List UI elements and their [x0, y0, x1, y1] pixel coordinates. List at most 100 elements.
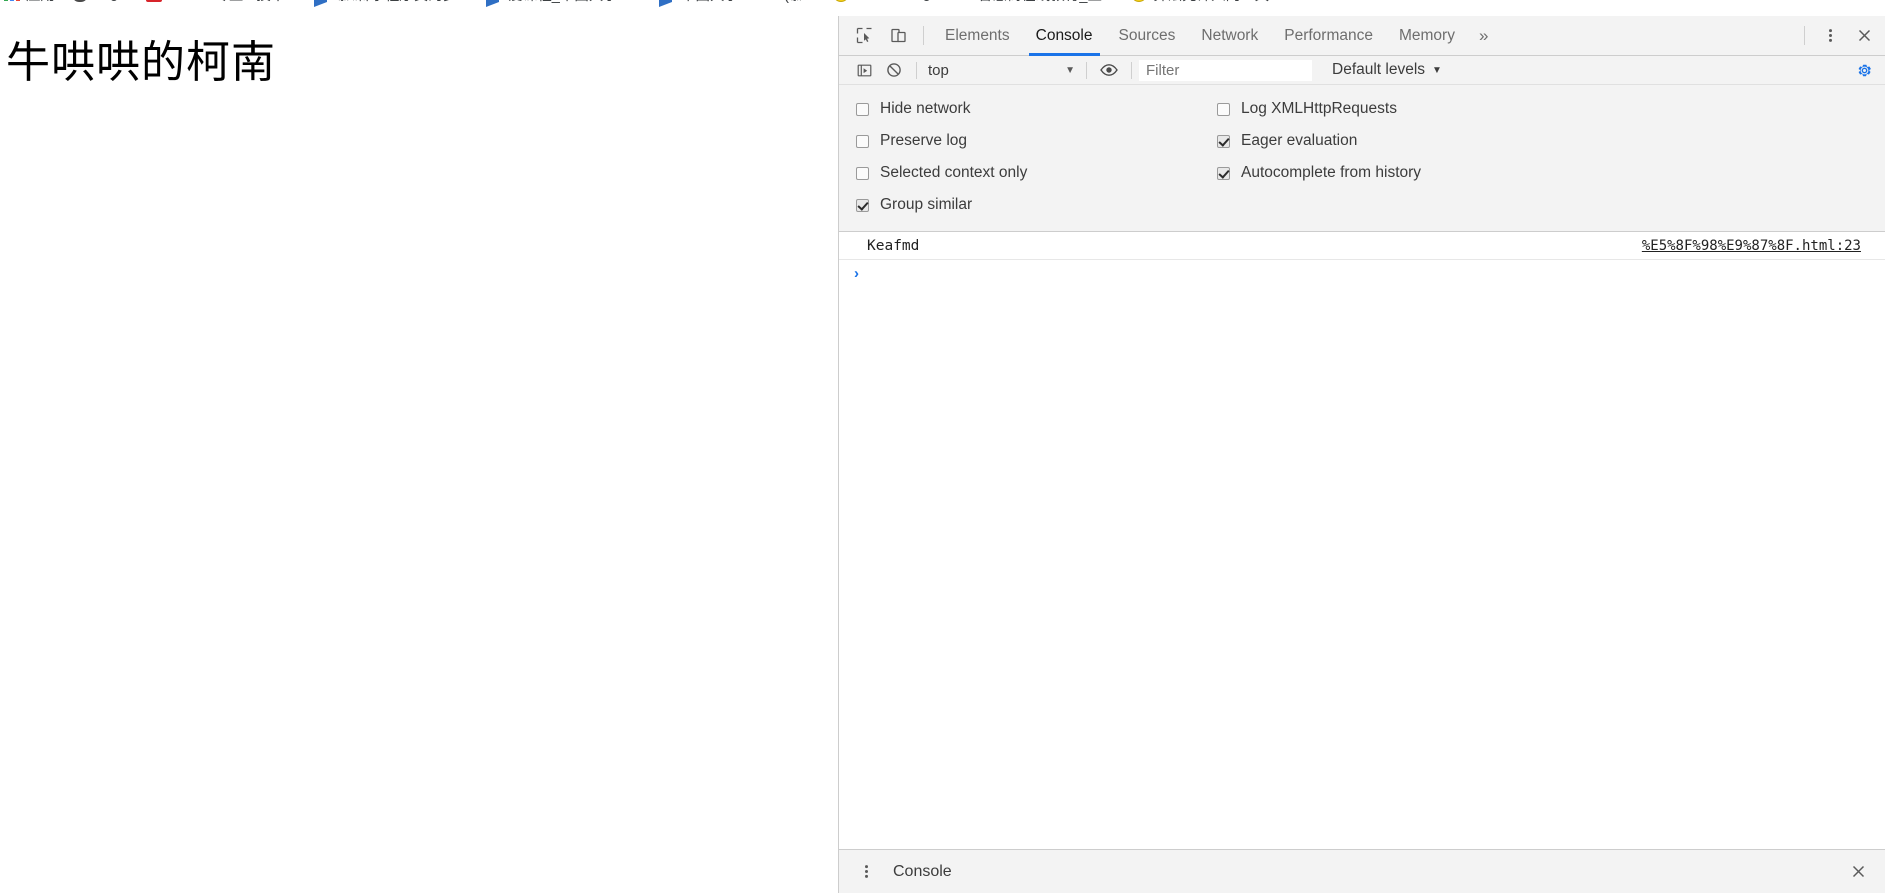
preserve-log-checkbox[interactable] — [856, 134, 869, 148]
close-icon[interactable] — [1841, 858, 1875, 886]
devtools-tabbar-actions — [1796, 22, 1885, 50]
bookmark-item[interactable]: 应用 — [0, 0, 68, 7]
smiley-icon — [832, 0, 849, 2]
console-message-source-link[interactable]: %E5%8F%98%E9%87%8F.html:23 — [1642, 238, 1885, 254]
tab-console[interactable]: Console — [1023, 16, 1106, 56]
autocomplete-from-history-checkbox[interactable] — [1217, 166, 1230, 180]
bookmark-label: Virtual Judge — [855, 0, 939, 2]
bookmark-label: 应用 — [26, 0, 55, 5]
filter-input[interactable] — [1139, 59, 1312, 81]
chevron-down-icon: ▼ — [1432, 64, 1442, 76]
setting-eager-evaluation[interactable]: Eager evaluation — [1211, 132, 1357, 150]
selected-context-only-checkbox[interactable] — [856, 166, 869, 180]
bookmark-item[interactable]: 智慧树在线教育_至... — [952, 0, 1127, 7]
dot-icon — [956, 0, 972, 2]
device-toolbar-icon[interactable] — [881, 22, 915, 50]
tab-network[interactable]: Network — [1188, 16, 1271, 56]
kebab-menu-icon[interactable] — [1813, 22, 1847, 50]
bookmark-label: 中国大学MOOC(慕... — [681, 0, 816, 5]
eager-evaluation-checkbox[interactable] — [1217, 134, 1230, 148]
bookmark-item[interactable]: C CSDN-专业IT技术... — [142, 0, 310, 7]
setting-hide-network[interactable]: Hide network — [839, 100, 1211, 118]
console-message-row[interactable]: Keafmd %E5%8F%98%E9%87%8F.html:23 — [839, 232, 1885, 260]
drawer-tab-console[interactable]: Console — [883, 863, 962, 881]
log-xmlhttprequests-checkbox[interactable] — [1217, 102, 1230, 116]
page-title: 牛哄哄的柯南 — [6, 37, 276, 88]
live-expression-eye-icon[interactable] — [1094, 58, 1124, 83]
gear-icon[interactable] — [1849, 58, 1879, 83]
devtools-panel: Elements Console Sources Network Perform… — [838, 16, 1885, 893]
console-settings-area — [1849, 58, 1885, 83]
bookmark-item[interactable]: Login — [68, 0, 142, 7]
web-page-viewport: 牛哄哄的柯南 — [0, 16, 838, 893]
setting-label: Hide network — [880, 100, 971, 117]
shield-icon — [72, 0, 88, 2]
csdn-icon: C — [146, 0, 163, 2]
tab-sources[interactable]: Sources — [1106, 16, 1189, 56]
console-output[interactable]: Keafmd %E5%8F%98%E9%87%8F.html:23 › — [839, 232, 1885, 849]
folder-flag-icon — [314, 0, 330, 7]
screen: 应用 Login C CSDN-专业IT技术... 慕课网-程序员的梦... 爱… — [0, 0, 1885, 893]
toolbar-divider — [1804, 26, 1805, 45]
bookmark-item[interactable]: 爱课程_中国大学M... — [482, 0, 655, 7]
settings-row: Group similar — [839, 189, 1885, 221]
group-similar-checkbox[interactable] — [856, 198, 869, 212]
apps-grid-icon — [4, 0, 20, 2]
bookmark-item[interactable]: 算法先锋入门工具... — [1127, 0, 1294, 7]
smiley-icon — [1131, 0, 1148, 2]
setting-preserve-log[interactable]: Preserve log — [839, 132, 1211, 150]
toolbar-divider — [1086, 61, 1087, 79]
toolbar-divider — [916, 61, 917, 79]
prompt-caret-icon: › — [854, 264, 859, 282]
setting-log-xmlhttprequests[interactable]: Log XMLHttpRequests — [1211, 100, 1397, 118]
devtools-drawer: Console — [839, 849, 1885, 893]
log-level-selector[interactable]: Default levels ▼ — [1324, 59, 1450, 81]
setting-selected-context-only[interactable]: Selected context only — [839, 164, 1211, 182]
setting-label: Selected context only — [880, 164, 1028, 181]
folder-flag-icon — [659, 0, 675, 7]
bookmark-label: 慕课网-程序员的梦... — [336, 0, 469, 5]
devtools-tab-list: Elements Console Sources Network Perform… — [932, 16, 1499, 56]
setting-label: Eager evaluation — [1241, 132, 1358, 149]
console-settings-pane: Hide network Log XMLHttpRequests Preserv… — [839, 85, 1885, 232]
console-message-text: Keafmd — [867, 237, 920, 254]
setting-group-similar[interactable]: Group similar — [839, 196, 1211, 214]
clear-console-icon[interactable] — [879, 58, 909, 83]
chevron-down-icon: ▼ — [1065, 64, 1075, 76]
toolbar-divider — [1131, 61, 1132, 79]
tab-elements[interactable]: Elements — [932, 16, 1023, 56]
bookmark-item[interactable]: 中国大学MOOC(慕... — [655, 0, 829, 7]
bookmark-label: 智慧树在线教育_至... — [978, 0, 1114, 5]
log-level-value: Default levels — [1332, 61, 1426, 78]
execute-snippet-icon[interactable] — [849, 58, 879, 83]
drawer-actions — [1841, 858, 1875, 886]
kebab-menu-icon[interactable] — [849, 858, 883, 886]
inspect-element-icon[interactable] — [847, 22, 881, 50]
setting-label: Preserve log — [880, 132, 968, 149]
setting-label: Group similar — [880, 196, 973, 213]
setting-autocomplete-from-history[interactable]: Autocomplete from history — [1211, 164, 1421, 182]
more-tabs-chevrons-icon[interactable]: » — [1468, 16, 1499, 56]
console-toolbar: top ▼ Default levels ▼ — [839, 56, 1885, 85]
bookmark-item[interactable]: 慕课网-程序员的梦... — [310, 0, 482, 7]
bookmark-label: 算法先锋入门工具... — [1153, 0, 1281, 5]
close-icon[interactable] — [1847, 22, 1881, 50]
execution-context-selector[interactable]: top ▼ — [924, 59, 1079, 81]
settings-row: Selected context only Autocomplete from … — [839, 157, 1885, 189]
settings-row: Hide network Log XMLHttpRequests — [839, 93, 1885, 125]
toolbar-divider — [923, 26, 924, 45]
folder-flag-icon — [486, 0, 502, 7]
tab-memory[interactable]: Memory — [1386, 16, 1468, 56]
bookmark-label: CSDN-专业IT技术... — [168, 0, 297, 5]
devtools-tabbar: Elements Console Sources Network Perform… — [839, 16, 1885, 56]
execution-context-value: top — [928, 61, 949, 79]
settings-row: Preserve log Eager evaluation — [839, 125, 1885, 157]
bookmark-label: 爱课程_中国大学M... — [508, 0, 642, 5]
hide-network-checkbox[interactable] — [856, 102, 869, 116]
bookmark-label: Login — [94, 0, 129, 2]
console-prompt[interactable]: › — [839, 260, 1885, 286]
tab-performance[interactable]: Performance — [1271, 16, 1386, 56]
bookmarks-bar: 应用 Login C CSDN-专业IT技术... 慕课网-程序员的梦... 爱… — [0, 0, 1885, 16]
setting-label: Autocomplete from history — [1241, 164, 1422, 181]
bookmark-item[interactable]: Virtual Judge — [829, 0, 952, 7]
